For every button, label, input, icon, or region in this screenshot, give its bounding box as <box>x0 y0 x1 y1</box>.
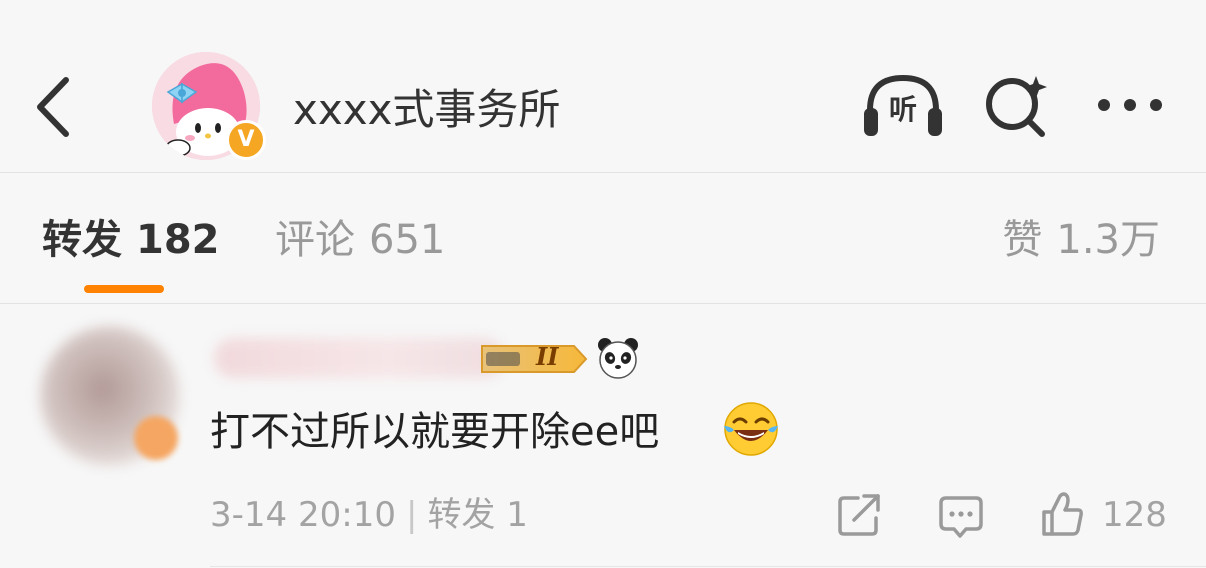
repost-time: 3-14 20:10 <box>210 495 396 535</box>
level-badge-text: II <box>536 342 559 371</box>
repost-text: 打不过所以就要开除ee吧 <box>210 409 660 455</box>
repost-meta: 3-14 20:10 | 转发 1 <box>210 492 528 538</box>
laughing-crying-icon <box>722 400 780 458</box>
repost-item[interactable]: II 打不过所以就要开除ee吧 3-14 20:10 | 转发 1 128 <box>0 304 1206 568</box>
verified-badge: V <box>226 120 266 160</box>
account-avatar[interactable]: V <box>152 52 266 162</box>
thumbs-up-icon <box>1042 492 1083 536</box>
member-level-badge[interactable]: II <box>478 340 590 378</box>
active-tab-indicator <box>84 285 164 293</box>
back-button[interactable] <box>28 72 78 142</box>
tab-forward[interactable]: 转发 182 <box>42 213 220 267</box>
comment-bubble-icon <box>939 496 983 538</box>
level-badge-shape-icon <box>481 345 588 373</box>
user-badge-blurred <box>134 416 178 460</box>
panda-icon <box>596 336 640 380</box>
share-icon <box>838 494 880 536</box>
share-button[interactable] <box>836 492 882 538</box>
listen-button[interactable]: 听 <box>862 72 944 138</box>
item-divider <box>210 566 1206 567</box>
tab-comment-count: 651 <box>369 217 446 263</box>
comment-button[interactable] <box>938 494 984 540</box>
tab-like-count: 1.3万 <box>1056 217 1160 263</box>
more-dots-icon <box>1098 99 1162 111</box>
tab-comment[interactable]: 评论 651 <box>275 213 445 267</box>
tab-like-label: 赞 <box>1002 217 1043 263</box>
listen-label: 听 <box>888 93 917 126</box>
tab-forward-label: 转发 <box>42 217 122 263</box>
meta-separator: | <box>405 495 418 535</box>
more-button[interactable] <box>1094 82 1166 128</box>
interaction-tabs: 转发 182 评论 651 赞 1.3万 <box>0 173 1206 304</box>
tab-like[interactable]: 赞 1.3万 <box>1002 213 1160 267</box>
top-navigation-bar: V xxxx式事务所 听 <box>0 0 1206 173</box>
search-button[interactable] <box>984 72 1050 138</box>
page-title: xxxx式事务所 <box>293 85 561 134</box>
tab-comment-label: 评论 <box>275 217 355 263</box>
chevron-left-icon <box>37 77 69 137</box>
search-sparkle-icon <box>986 76 1047 137</box>
like-count: 128 <box>1102 495 1167 535</box>
like-button[interactable]: 128 <box>1040 490 1167 540</box>
tab-forward-count: 182 <box>136 217 220 263</box>
username-blurred[interactable] <box>214 338 504 378</box>
repost-forward-count[interactable]: 转发 1 <box>427 495 527 535</box>
